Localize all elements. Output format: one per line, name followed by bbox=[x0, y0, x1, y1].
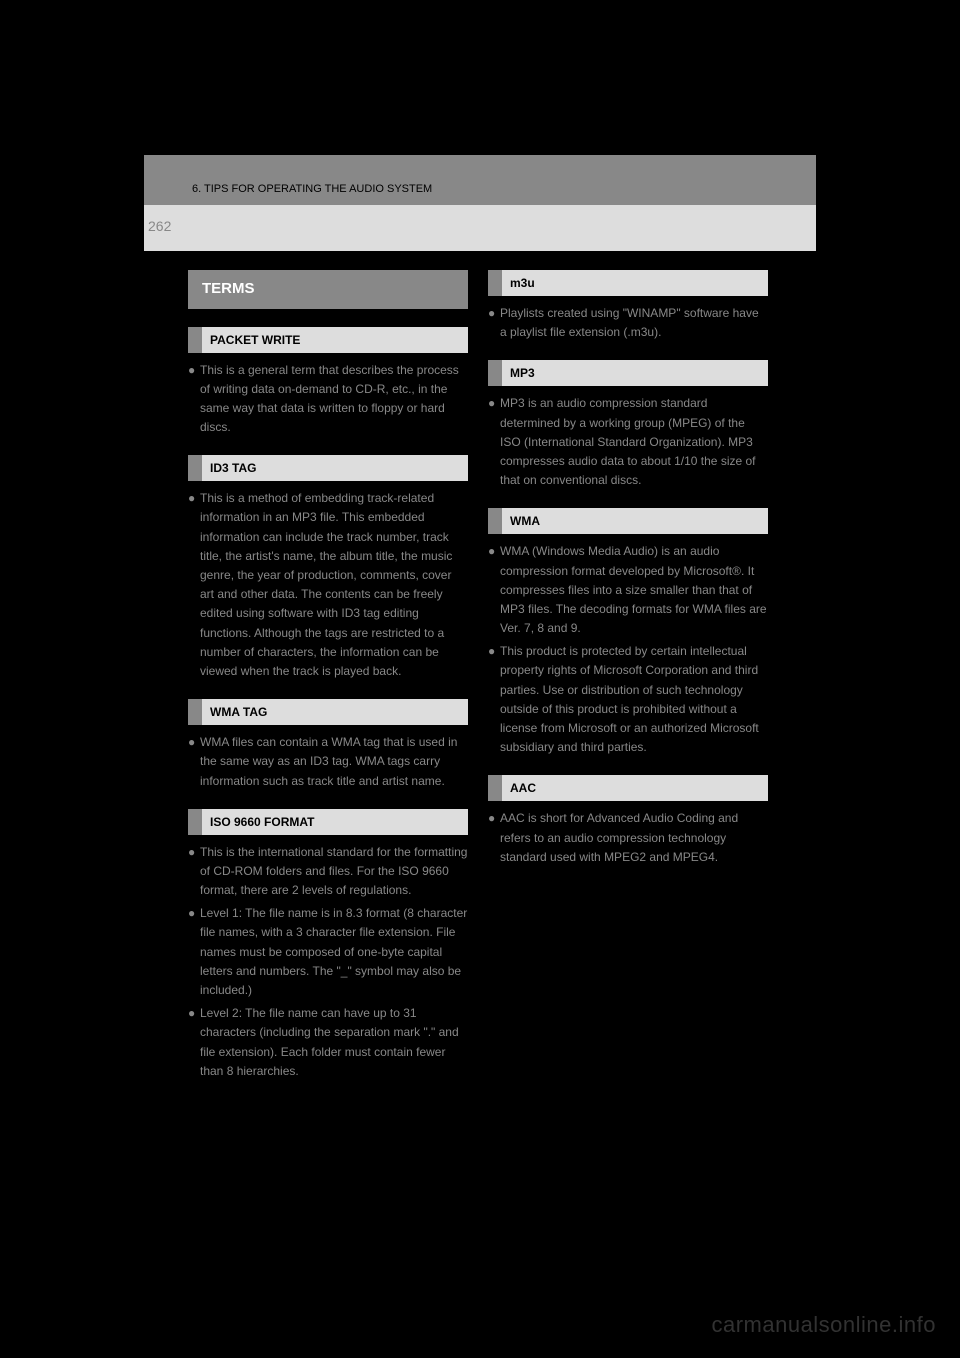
bullet-item: ● This product is protected by certain i… bbox=[488, 642, 768, 757]
bullet-item: ● This is a method of embedding track-re… bbox=[188, 489, 468, 681]
bullet-item: ● This is the international standard for… bbox=[188, 843, 468, 901]
right-column: m3u ● Playlists created using "WINAMP" s… bbox=[488, 270, 768, 1099]
term-label-mp3: MP3 bbox=[488, 360, 768, 386]
bullet-text: WMA files can contain a WMA tag that is … bbox=[200, 733, 468, 791]
bullet-marker: ● bbox=[488, 304, 500, 342]
section-title: 6. TIPS FOR OPERATING THE AUDIO SYSTEM bbox=[192, 183, 432, 195]
label-accent-bar bbox=[188, 455, 202, 481]
bullet-marker: ● bbox=[188, 489, 200, 681]
bullet-text: This product is protected by certain int… bbox=[500, 642, 768, 757]
bullet-item: ● This is a general term that describes … bbox=[188, 361, 468, 438]
term-label-wma-tag: WMA TAG bbox=[188, 699, 468, 725]
bullet-text: Playlists created using "WINAMP" softwar… bbox=[500, 304, 768, 342]
bullet-text: This is a general term that describes th… bbox=[200, 361, 468, 438]
term-label-text: ISO 9660 FORMAT bbox=[202, 809, 468, 835]
term-label-iso9660: ISO 9660 FORMAT bbox=[188, 809, 468, 835]
bullet-text: WMA (Windows Media Audio) is an audio co… bbox=[500, 542, 768, 638]
bullet-text: AAC is short for Advanced Audio Coding a… bbox=[500, 809, 768, 867]
term-body: ● Playlists created using "WINAMP" softw… bbox=[488, 304, 768, 342]
term-label-text: PACKET WRITE bbox=[202, 327, 468, 353]
label-accent-bar bbox=[488, 775, 502, 801]
bullet-marker: ● bbox=[188, 733, 200, 791]
term-body: ● MP3 is an audio compression standard d… bbox=[488, 394, 768, 490]
bullet-item: ● Level 2: The file name can have up to … bbox=[188, 1004, 468, 1081]
term-body: ● AAC is short for Advanced Audio Coding… bbox=[488, 809, 768, 867]
page-number: 262 bbox=[148, 218, 171, 234]
bullet-marker: ● bbox=[488, 642, 500, 757]
content-area: TERMS PACKET WRITE ● This is a general t… bbox=[188, 270, 768, 1099]
bullet-marker: ● bbox=[188, 843, 200, 901]
bullet-marker: ● bbox=[188, 1004, 200, 1081]
terms-heading: TERMS bbox=[188, 270, 468, 309]
term-label-text: m3u bbox=[502, 270, 768, 296]
label-accent-bar bbox=[188, 699, 202, 725]
term-body: ● WMA files can contain a WMA tag that i… bbox=[188, 733, 468, 791]
label-accent-bar bbox=[488, 270, 502, 296]
bullet-marker: ● bbox=[488, 394, 500, 490]
term-label-aac: AAC bbox=[488, 775, 768, 801]
bullet-text: MP3 is an audio compression standard det… bbox=[500, 394, 768, 490]
section-header-bar: 6. TIPS FOR OPERATING THE AUDIO SYSTEM bbox=[144, 155, 816, 205]
left-column: TERMS PACKET WRITE ● This is a general t… bbox=[188, 270, 468, 1099]
term-label-text: AAC bbox=[502, 775, 768, 801]
label-accent-bar bbox=[488, 360, 502, 386]
bullet-text: This is a method of embedding track-rela… bbox=[200, 489, 468, 681]
label-accent-bar bbox=[188, 327, 202, 353]
bullet-item: ● WMA (Windows Media Audio) is an audio … bbox=[488, 542, 768, 638]
bullet-marker: ● bbox=[188, 904, 200, 1000]
term-label-text: WMA TAG bbox=[202, 699, 468, 725]
bullet-text: Level 1: The file name is in 8.3 format … bbox=[200, 904, 468, 1000]
bullet-text: Level 2: The file name can have up to 31… bbox=[200, 1004, 468, 1081]
term-label-text: WMA bbox=[502, 508, 768, 534]
term-body: ● WMA (Windows Media Audio) is an audio … bbox=[488, 542, 768, 757]
bullet-item: ● AAC is short for Advanced Audio Coding… bbox=[488, 809, 768, 867]
bullet-marker: ● bbox=[188, 361, 200, 438]
bullet-item: ● Level 1: The file name is in 8.3 forma… bbox=[188, 904, 468, 1000]
bullet-item: ● WMA files can contain a WMA tag that i… bbox=[188, 733, 468, 791]
bullet-item: ● MP3 is an audio compression standard d… bbox=[488, 394, 768, 490]
bullet-marker: ● bbox=[488, 542, 500, 638]
term-body: ● This is a method of embedding track-re… bbox=[188, 489, 468, 681]
bullet-marker: ● bbox=[488, 809, 500, 867]
bullet-text: This is the international standard for t… bbox=[200, 843, 468, 901]
term-label-packet-write: PACKET WRITE bbox=[188, 327, 468, 353]
term-label-id3-tag: ID3 TAG bbox=[188, 455, 468, 481]
term-label-wma: WMA bbox=[488, 508, 768, 534]
sub-header-bar bbox=[144, 205, 816, 251]
term-label-text: MP3 bbox=[502, 360, 768, 386]
bullet-item: ● Playlists created using "WINAMP" softw… bbox=[488, 304, 768, 342]
term-label-text: ID3 TAG bbox=[202, 455, 468, 481]
page: 6. TIPS FOR OPERATING THE AUDIO SYSTEM 2… bbox=[0, 0, 960, 1358]
term-body: ● This is a general term that describes … bbox=[188, 361, 468, 438]
term-label-m3u: m3u bbox=[488, 270, 768, 296]
term-body: ● This is the international standard for… bbox=[188, 843, 468, 1081]
watermark: carmanualsonline.info bbox=[711, 1312, 936, 1338]
label-accent-bar bbox=[188, 809, 202, 835]
label-accent-bar bbox=[488, 508, 502, 534]
